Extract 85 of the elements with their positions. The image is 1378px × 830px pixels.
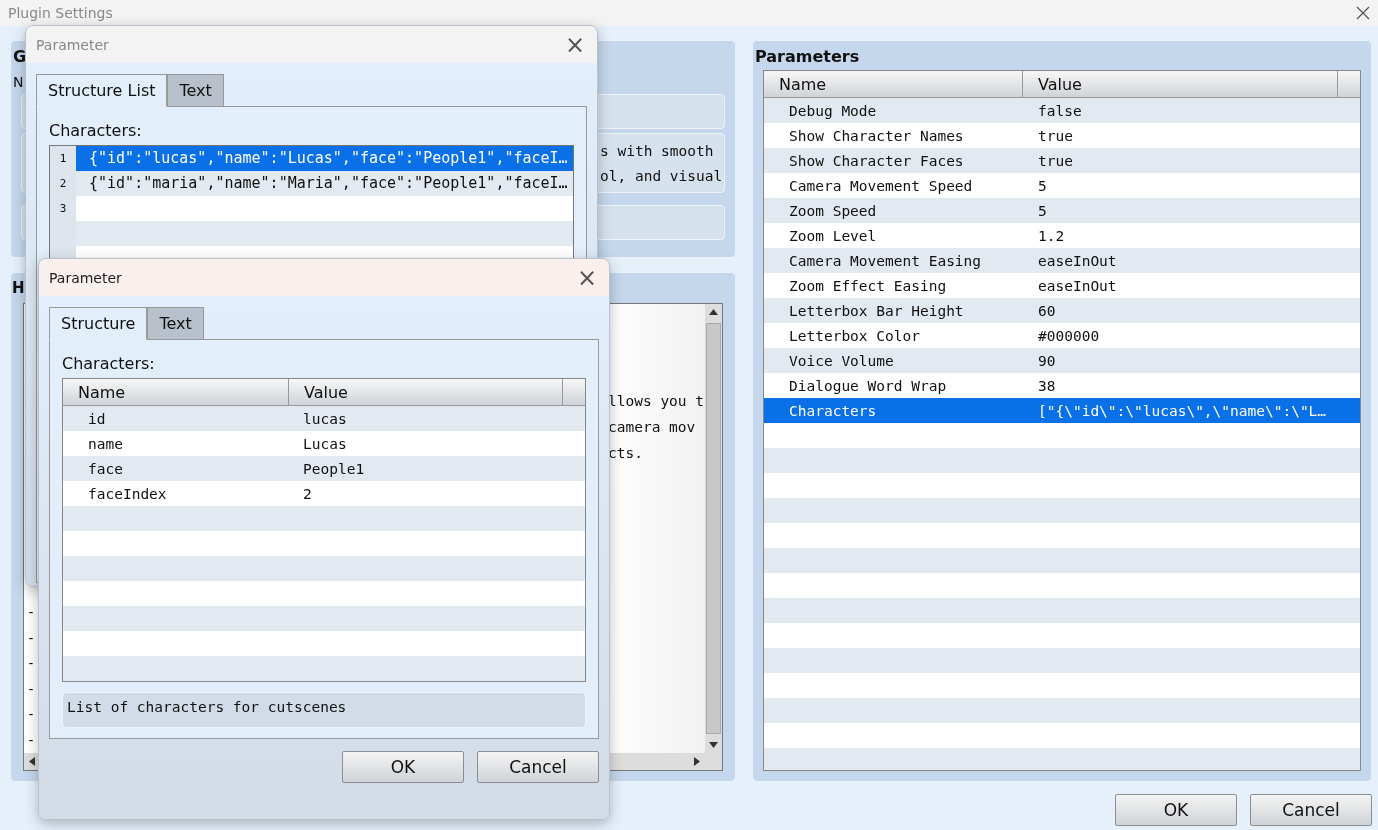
table-row[interactable]: Debug Mode false bbox=[764, 98, 1360, 123]
description-text: s with smooth bbox=[600, 142, 715, 161]
name-cell-text: Camera Movement Speed bbox=[788, 177, 974, 194]
value-cell-text: true bbox=[1037, 152, 1074, 169]
line-number: 1 bbox=[50, 146, 76, 171]
value-cell-text: 2 bbox=[302, 485, 313, 502]
help-text-line: camera mov bbox=[608, 418, 697, 437]
vertical-scrollbar[interactable] bbox=[705, 304, 722, 753]
name-cell-text: Zoom Effect Easing bbox=[788, 277, 948, 294]
name-cell-text: id bbox=[87, 410, 107, 427]
line-mark: - bbox=[26, 730, 36, 750]
tab[interactable]: Text bbox=[147, 307, 204, 340]
table-row[interactable]: id lucas bbox=[63, 406, 585, 431]
name-cell-text: Zoom Speed bbox=[788, 202, 878, 219]
scroll-thumb[interactable] bbox=[706, 323, 721, 734]
name-cell-text: Show Character Names bbox=[788, 127, 965, 144]
column-header[interactable]: Name bbox=[63, 379, 289, 405]
name-cell-text: Characters bbox=[788, 402, 878, 419]
line-number: 2 bbox=[50, 171, 76, 196]
value-cell-text: 5 bbox=[1037, 177, 1048, 194]
panel-heading: Parameters bbox=[755, 47, 861, 66]
line-mark: - bbox=[26, 603, 36, 622]
table-row[interactable]: Show Character Faces true bbox=[764, 148, 1360, 173]
help-text-line: llows you t bbox=[608, 392, 705, 411]
name-cell-text: face bbox=[87, 460, 124, 477]
table-row[interactable]: Zoom Speed 5 bbox=[764, 198, 1360, 223]
dialog-button[interactable]: OK bbox=[1115, 794, 1237, 826]
panel-heading: G bbox=[13, 47, 28, 66]
value-cell-text: easeInOut bbox=[1037, 252, 1118, 269]
tab[interactable]: Text bbox=[167, 74, 224, 107]
line-mark: - bbox=[26, 679, 36, 699]
field-label: Characters: bbox=[49, 121, 143, 140]
tab[interactable]: Structure bbox=[49, 307, 148, 340]
close-button[interactable]: × bbox=[574, 265, 599, 290]
dialog-title: Parameter bbox=[36, 36, 109, 53]
value-cell-text: 1.2 bbox=[1037, 227, 1066, 244]
value-cell-text: false bbox=[1037, 102, 1083, 119]
close-icon[interactable] bbox=[1356, 6, 1370, 20]
field-label: Characters: bbox=[62, 354, 156, 373]
line-mark: - bbox=[26, 705, 36, 724]
value-cell-text: 60 bbox=[1037, 302, 1057, 319]
value-cell-text: 5 bbox=[1037, 202, 1048, 219]
value-cell-text: true bbox=[1037, 127, 1074, 144]
panel-heading: H bbox=[12, 279, 26, 297]
list-row[interactable]: 1 {"id":"lucas","name":"Lucas","face":"People1","faceI… bbox=[50, 146, 573, 171]
line-number: 3 bbox=[50, 196, 76, 221]
value-cell-text: Lucas bbox=[302, 435, 348, 452]
column-header[interactable]: Value bbox=[1023, 71, 1338, 97]
name-cell-text: faceIndex bbox=[87, 485, 168, 502]
column-header[interactable]: Name bbox=[764, 71, 1023, 97]
description-text: ol, and visual bbox=[600, 167, 724, 186]
tab[interactable]: Structure List bbox=[36, 74, 168, 107]
description-box: List of characters for cutscenes bbox=[62, 692, 586, 728]
value-cell-text: easeInOut bbox=[1037, 277, 1118, 294]
table-row[interactable]: Characters ["{\"id\":\"lucas\",\"name\":\"L… bbox=[764, 398, 1360, 423]
name-cell-text: Voice Volume bbox=[788, 352, 895, 369]
name-cell-text: name bbox=[87, 435, 124, 452]
window-title: Plugin Settings bbox=[8, 5, 113, 21]
value-cell-text: 38 bbox=[1037, 377, 1057, 394]
value-cell-text: People1 bbox=[302, 460, 366, 477]
name-cell-text: Camera Movement Easing bbox=[788, 252, 983, 269]
table-row[interactable]: Letterbox Bar Height 60 bbox=[764, 298, 1360, 323]
table-row[interactable]: Camera Movement Easing easeInOut bbox=[764, 248, 1360, 273]
dialog-button[interactable]: Cancel bbox=[1250, 794, 1372, 826]
value-cell-text: ["{\"id\":\"lucas\",\"name\":\"L… bbox=[1037, 402, 1328, 419]
name-cell-text: Show Character Faces bbox=[788, 152, 965, 169]
close-button[interactable]: × bbox=[562, 32, 587, 57]
name-cell-text: Debug Mode bbox=[788, 102, 878, 119]
line-mark: - bbox=[26, 654, 36, 673]
name-cell-text: Dialogue Word Wrap bbox=[788, 377, 948, 394]
dialog-button[interactable]: Cancel bbox=[477, 751, 599, 783]
dialog-title: Parameter bbox=[49, 269, 122, 286]
value-cell-text: lucas bbox=[302, 410, 348, 427]
name-cell-text: Letterbox Color bbox=[788, 327, 921, 344]
table-row[interactable]: face People1 bbox=[63, 456, 585, 481]
table-row[interactable]: Voice Volume 90 bbox=[764, 348, 1360, 373]
value-cell-text: #000000 bbox=[1037, 327, 1101, 344]
name-cell-text: Zoom Level bbox=[788, 227, 878, 244]
value-cell-text: 90 bbox=[1037, 352, 1057, 369]
dialog-button[interactable]: OK bbox=[342, 751, 464, 783]
help-text-line: cts. bbox=[608, 444, 644, 463]
column-header[interactable]: Value bbox=[289, 379, 563, 405]
list-item-text: {"id":"lucas","name":"Lucas","face":"People1","faceI… bbox=[76, 146, 573, 171]
name-cell-text: Letterbox Bar Height bbox=[788, 302, 965, 319]
line-mark: - bbox=[26, 628, 36, 648]
